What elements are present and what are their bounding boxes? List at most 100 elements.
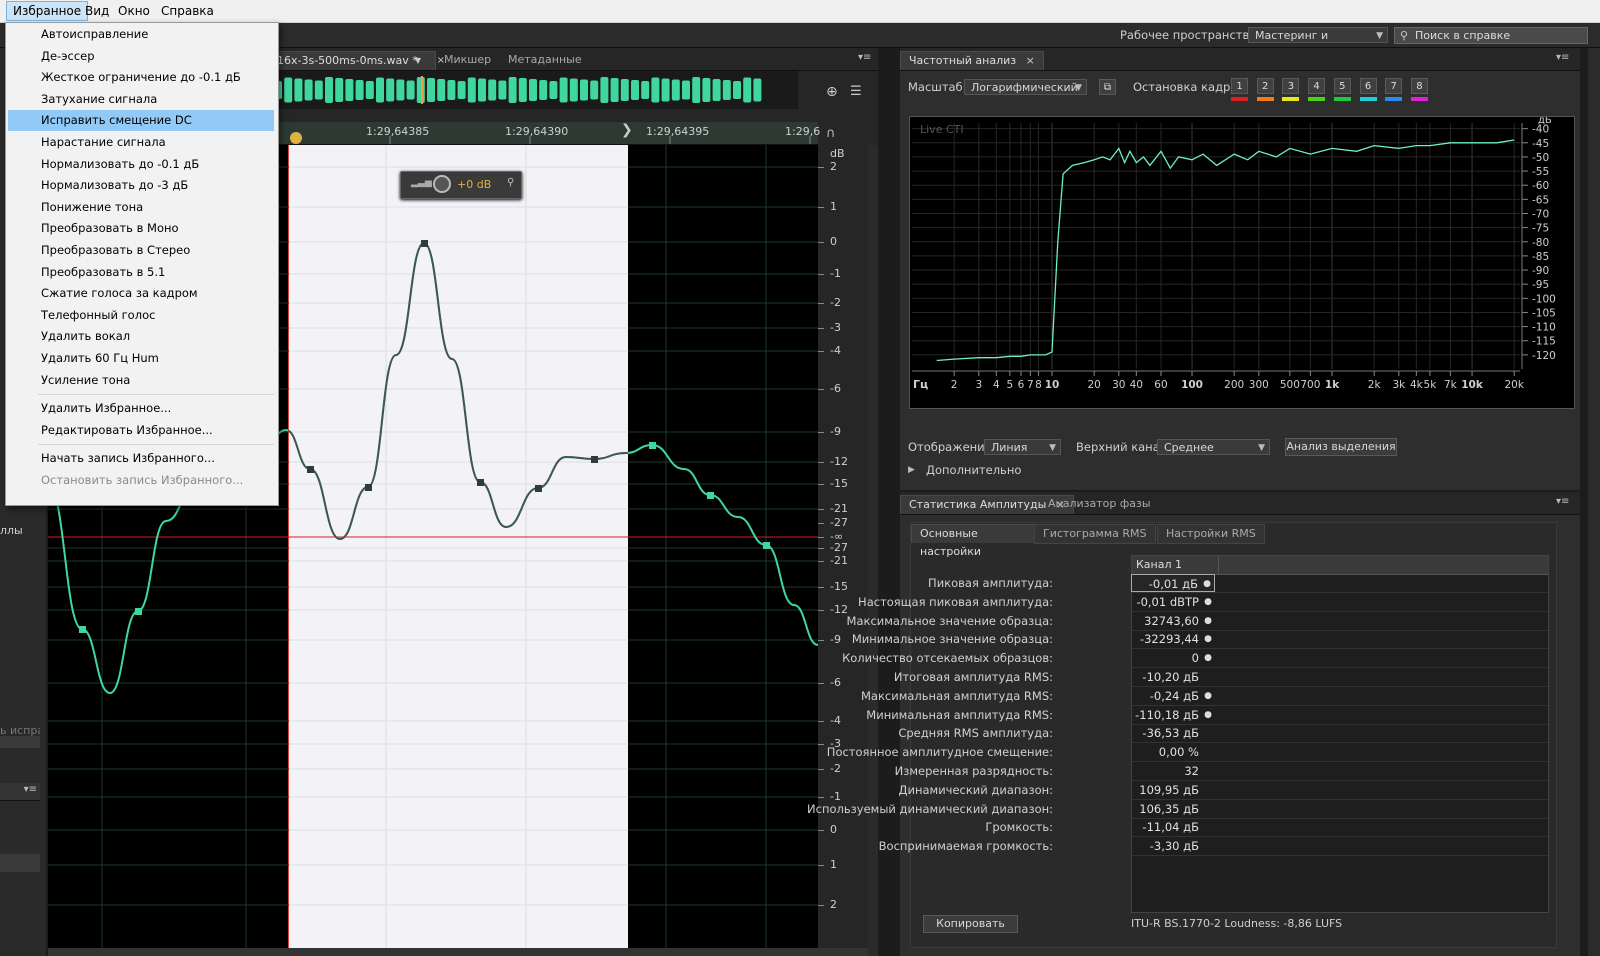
pin-icon[interactable]: ● <box>1204 706 1212 724</box>
stat-value[interactable]: -0,24 дБ ● <box>1131 687 1215 705</box>
pin-icon[interactable]: ● <box>1204 630 1212 648</box>
scale-select[interactable]: Логарифмический ▼ <box>964 79 1087 95</box>
selection-end-marker[interactable]: ❯ <box>621 122 633 138</box>
pin-icon[interactable]: ● <box>1204 612 1212 630</box>
favorites-menu-item[interactable]: Преобразовать в 5.1 <box>8 262 274 283</box>
pin-icon[interactable]: ● <box>1204 593 1212 611</box>
stat-value[interactable]: -110,18 дБ ● <box>1131 706 1215 724</box>
pin-icon[interactable]: ● <box>1203 575 1211 593</box>
left-panel-row[interactable] <box>0 854 40 872</box>
sample-point[interactable] <box>477 479 484 486</box>
favorites-menu-item[interactable]: Нормализовать до -3 дБ <box>8 175 274 196</box>
menu-favorites[interactable]: Избранное <box>6 1 89 21</box>
freeze-frame-button[interactable]: 5 <box>1333 78 1351 94</box>
favorites-menu-item[interactable]: Преобразовать в Моно <box>8 218 274 239</box>
menu-window[interactable]: Окно <box>112 2 156 20</box>
stat-value[interactable]: -0,01 дБ ● <box>1131 574 1215 592</box>
expand-triangle-icon[interactable]: ▶ <box>908 465 915 475</box>
tab-metadata[interactable]: Метаданные <box>500 51 590 69</box>
more-options-toggle[interactable]: Дополнительно <box>926 463 1021 477</box>
sample-point[interactable] <box>307 466 314 473</box>
freeze-frame-button[interactable]: 3 <box>1282 78 1300 94</box>
display-select[interactable]: Линия ▼ <box>984 439 1061 455</box>
favorites-menu-item[interactable]: Телефонный голос <box>8 305 274 326</box>
spectrum-display[interactable]: дБ -40 -45 -50 -55 -60 -65 -70 -75 -80 -85 -90 -95 -1… <box>909 115 1575 409</box>
subtab-rms-histogram[interactable]: Гистограмма RMS <box>1034 524 1156 544</box>
stat-value[interactable]: 0,00 % <box>1131 743 1215 761</box>
pin-icon[interactable]: ● <box>1204 649 1212 667</box>
stat-value[interactable]: -32293,44 ● <box>1131 630 1215 648</box>
sample-point[interactable] <box>535 485 542 492</box>
close-icon[interactable]: × <box>1026 54 1035 67</box>
favorites-menu-item[interactable]: Сжатие голоса за кадром <box>8 283 274 304</box>
favorites-menu-item[interactable]: Удалить вокал <box>8 326 274 347</box>
horizontal-scrollbar[interactable] <box>48 948 868 956</box>
stat-value[interactable]: 0 ● <box>1131 649 1215 667</box>
selection-start-marker[interactable] <box>290 122 304 144</box>
freeze-frame-button[interactable]: 1 <box>1231 78 1248 94</box>
favorites-menu-item[interactable]: Автоисправление <box>8 24 274 45</box>
sample-point[interactable] <box>135 608 142 615</box>
freeze-frame-button[interactable]: 8 <box>1410 78 1428 94</box>
stat-value[interactable]: -3,30 дБ <box>1131 837 1215 855</box>
gain-hud[interactable]: ▂▃▅ +0 dB ⚲ <box>400 171 522 199</box>
left-panel-scroll[interactable] <box>0 736 40 748</box>
freeze-frame-button[interactable]: 4 <box>1308 78 1326 94</box>
favorites-menu-item[interactable]: Удалить 60 Гц Hum <box>8 348 274 369</box>
stat-value[interactable]: -11,04 дБ <box>1131 818 1215 836</box>
pin-icon[interactable]: ⚲ <box>507 177 514 188</box>
panel-menu-icon[interactable]: ▾≡ <box>1556 496 1569 507</box>
copy-frame-icon[interactable]: ⧉ <box>1099 79 1116 95</box>
chevron-down-icon[interactable]: ▼ <box>415 52 421 70</box>
sample-point[interactable] <box>707 492 714 499</box>
stat-value[interactable]: -36,53 дБ <box>1131 724 1215 742</box>
freeze-frame-button[interactable]: 7 <box>1385 78 1403 94</box>
right-scrollbar[interactable] <box>1588 48 1600 956</box>
stat-value[interactable]: 106,35 дБ <box>1131 800 1215 818</box>
panel-menu-icon[interactable]: ▾≡ <box>1556 52 1569 63</box>
stat-value[interactable]: 109,95 дБ <box>1131 781 1215 799</box>
stat-value[interactable]: -0,01 dBTP ● <box>1131 593 1215 611</box>
tab-editor-file[interactable]: 16x-3s-500ms-0ms.wav * ▼ × <box>268 51 445 70</box>
headphones-icon[interactable]: ∩ <box>826 126 836 141</box>
channel-select[interactable]: Среднее ▼ <box>1157 439 1270 455</box>
help-search-input[interactable]: ⚲ Поиск в справке <box>1394 27 1588 44</box>
favorites-menu-item[interactable]: Начать запись Избранного... <box>8 448 274 469</box>
favorites-menu-item[interactable]: Нормализовать до -0.1 дБ <box>8 154 274 175</box>
tab-freq-analysis[interactable]: Частотный анализ × <box>900 51 1044 70</box>
favorites-menu-item[interactable]: Редактировать Избранное... <box>8 420 274 441</box>
menu-help[interactable]: Справка <box>155 2 220 20</box>
favorites-menu-item[interactable]: Удалить Избранное... <box>8 398 274 419</box>
list-icon[interactable]: ☰ <box>850 84 862 99</box>
tab-mixer[interactable]: Микшер <box>436 51 499 69</box>
tab-phase-analyzer[interactable]: Анализатор фазы <box>1040 495 1159 513</box>
freeze-frame-button[interactable]: 6 <box>1359 78 1377 94</box>
workspace-select[interactable]: Мастеринг и анализ ▼ <box>1248 27 1388 58</box>
favorites-menu-item[interactable]: Понижение тона <box>8 197 274 218</box>
sample-point[interactable] <box>591 456 598 463</box>
gain-knob[interactable] <box>433 175 451 193</box>
panel-menu-icon[interactable]: ▾≡ <box>858 52 871 63</box>
menu-view[interactable]: Вид <box>79 2 115 20</box>
stat-value[interactable]: -10,20 дБ <box>1131 668 1215 686</box>
favorites-menu-item[interactable]: Жесткое ограничение до -0.1 дБ <box>8 67 274 88</box>
analyze-selection-button[interactable]: Анализ выделения <box>1285 438 1397 456</box>
favorites-menu-item[interactable]: Исправить смещение DC <box>8 110 274 132</box>
favorites-menu-item[interactable]: Усиление тона <box>8 370 274 391</box>
panel-menu-icon[interactable]: ▾≡ <box>24 784 37 795</box>
pin-icon[interactable]: ● <box>1204 687 1212 705</box>
subtab-rms-settings[interactable]: Настройки RMS <box>1157 524 1265 544</box>
copy-button[interactable]: Копировать <box>923 915 1018 933</box>
favorites-menu-item[interactable]: Де-эссер <box>8 46 274 67</box>
stat-value[interactable]: 32743,60 ● <box>1131 612 1215 630</box>
favorites-menu-item[interactable]: Затухание сигнала <box>8 89 274 110</box>
gain-value[interactable]: +0 dB <box>457 178 491 191</box>
sample-point[interactable] <box>79 626 86 633</box>
sample-point[interactable] <box>763 542 770 549</box>
sample-point[interactable] <box>365 484 372 491</box>
favorites-menu-item[interactable]: Преобразовать в Стерео <box>8 240 274 261</box>
sample-point[interactable] <box>649 442 656 449</box>
zoom-icon[interactable]: ⊕ <box>826 84 838 100</box>
subtab-basic[interactable]: Основные настройки <box>911 524 1041 558</box>
freeze-frame-button[interactable]: 2 <box>1256 78 1274 94</box>
